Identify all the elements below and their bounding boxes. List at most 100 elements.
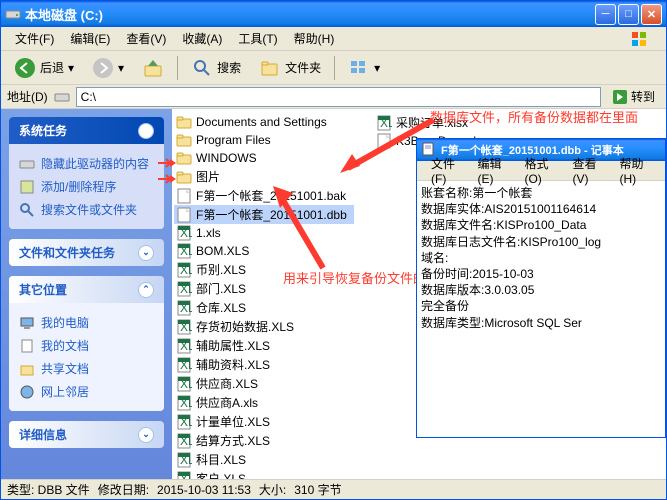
file-item[interactable]: XL辅助属性.XLS [174,336,354,355]
file-icon: XL [176,452,192,468]
up-button[interactable] [135,53,171,83]
svg-text:XL: XL [180,434,192,448]
programs-icon [19,179,35,195]
folders-button[interactable]: 文件夹 [252,53,328,83]
forward-icon [92,57,114,79]
back-button[interactable]: 后退 ▾ [7,53,81,83]
chevron-up-icon: ⌃ [138,123,154,139]
notepad-line: 数据库文件名:KISPro100_Data [421,217,661,233]
maximize-button[interactable]: □ [618,4,639,25]
file-icon [376,133,392,149]
file-item[interactable]: XL采购订单.xlsx [374,113,554,132]
file-item[interactable]: Documents and Settings [174,113,354,131]
file-icon: XL [176,262,192,278]
forward-button[interactable]: ▾ [85,53,131,83]
file-icon: XL [376,115,392,131]
drive-icon [19,156,35,172]
panel-header-system[interactable]: 系统任务 ⌃ [9,117,164,144]
titlebar[interactable]: 本地磁盘 (C:) ─ □ ✕ [1,1,666,27]
svg-text:XL: XL [380,116,392,130]
file-item[interactable]: XL币别.XLS [174,260,354,279]
notepad-menubar: 文件(F) 编辑(E) 格式(O) 查看(V) 帮助(H) [417,161,665,181]
svg-text:XL: XL [180,415,192,429]
file-name: F第一个帐套_20151001.dbb [196,206,347,223]
file-icon: XL [176,300,192,316]
file-item[interactable]: XL供应商.XLS [174,374,354,393]
red-pointer-icon [158,174,176,184]
file-icon: XL [176,281,192,297]
file-item[interactable]: F第一个帐套_20151001.dbb [174,205,354,224]
file-icon: XL [176,225,192,241]
file-icon: XL [176,243,192,259]
file-item[interactable]: XL科目.XLS [174,450,354,469]
notepad-text-area[interactable]: 账套名称:第一个帐套数据库实体:AIS20151001164614数据库文件名:… [417,181,665,437]
folders-label: 文件夹 [285,59,321,76]
file-item[interactable]: XL计量单位.XLS [174,412,354,431]
file-icon: XL [176,471,192,480]
notepad-menu-format[interactable]: 格式(O) [516,152,564,189]
file-item[interactable]: XL辅助资料.XLS [174,355,354,374]
task-add-remove[interactable]: 添加/删除程序 [19,175,154,198]
svg-text:XL: XL [180,396,192,410]
file-item[interactable]: XL 供应商A.xls [174,393,354,412]
panel-header-details[interactable]: 详细信息 ⌄ [9,421,164,448]
menu-edit[interactable]: 编辑(E) [62,27,118,50]
file-icon: XL [176,338,192,354]
search-icon [191,57,213,79]
file-item[interactable]: XLBOM.XLS [174,242,354,260]
go-button[interactable]: 转到 [607,86,660,107]
file-item[interactable]: F第一个帐套_20151001.bak [174,186,354,205]
file-item[interactable]: XL 1.xls [174,224,354,242]
notepad-menu-view[interactable]: 查看(V) [564,152,611,189]
file-item[interactable]: XL 客户.XLS [174,469,354,479]
menu-tools[interactable]: 工具(T) [230,27,285,50]
task-search-files[interactable]: 搜索文件或文件夹 [19,198,154,221]
notepad-menu-edit[interactable]: 编辑(E) [469,152,516,189]
menu-view[interactable]: 查看(V) [118,27,174,50]
panel-file-tasks: 文件和文件夹任务 ⌄ [9,239,164,266]
file-name: 客户.XLS [196,470,246,479]
file-item[interactable]: Program Files [174,131,354,149]
file-item[interactable]: 图片 [174,167,354,186]
file-item[interactable]: XL存货初始数据.XLS [174,317,354,336]
up-icon [142,57,164,79]
views-icon [348,57,370,79]
notepad-window[interactable]: F第一个帐套_20151001.dbb - 记事本 文件(F) 编辑(E) 格式… [416,138,666,438]
toolbar: 后退 ▾ ▾ 搜索 文件夹 ▾ [1,51,666,85]
file-item[interactable]: XL结算方式.XLS [174,431,354,450]
window-buttons: ─ □ ✕ [595,4,662,25]
notepad-menu-file[interactable]: 文件(F) [423,152,469,189]
svg-text:XL: XL [180,263,192,277]
drive-icon [54,89,70,105]
dropdown-icon: ▾ [68,61,74,75]
file-item[interactable]: XL仓库.XLS [174,298,354,317]
close-button[interactable]: ✕ [641,4,662,25]
place-shared-docs[interactable]: 共享文档 [19,357,154,380]
search-button[interactable]: 搜索 [184,53,248,83]
file-item[interactable]: XL部门.XLS [174,279,354,298]
file-name: 图片 [196,168,220,185]
notepad-line: 数据库实体:AIS20151001164614 [421,201,661,217]
documents-icon [19,338,35,354]
file-name: 供应商A.xls [196,394,258,411]
window-title: 本地磁盘 (C:) [25,5,595,24]
menu-file[interactable]: 文件(F) [7,27,62,50]
svg-text:XL: XL [180,453,192,467]
menu-help[interactable]: 帮助(H) [286,27,343,50]
menu-favorites[interactable]: 收藏(A) [174,27,230,50]
notepad-line: 备份时间:2015-10-03 [421,266,661,282]
place-my-documents[interactable]: 我的文档 [19,334,154,357]
minimize-button[interactable]: ─ [595,4,616,25]
address-label: 地址(D) [7,88,48,105]
file-name: 1.xls [196,226,221,240]
file-item[interactable]: WINDOWS [174,149,354,167]
svg-text:XL: XL [180,358,192,372]
panel-header-other[interactable]: 其它位置 ⌃ [9,276,164,303]
views-button[interactable]: ▾ [341,53,387,83]
address-input[interactable] [76,87,601,107]
place-network[interactable]: 网上邻居 [19,380,154,403]
place-my-computer[interactable]: 我的电脑 [19,311,154,334]
task-hide-contents[interactable]: 隐藏此驱动器的内容 [19,152,154,175]
panel-header-file-tasks[interactable]: 文件和文件夹任务 ⌄ [9,239,164,266]
notepad-menu-help[interactable]: 帮助(H) [611,152,659,189]
